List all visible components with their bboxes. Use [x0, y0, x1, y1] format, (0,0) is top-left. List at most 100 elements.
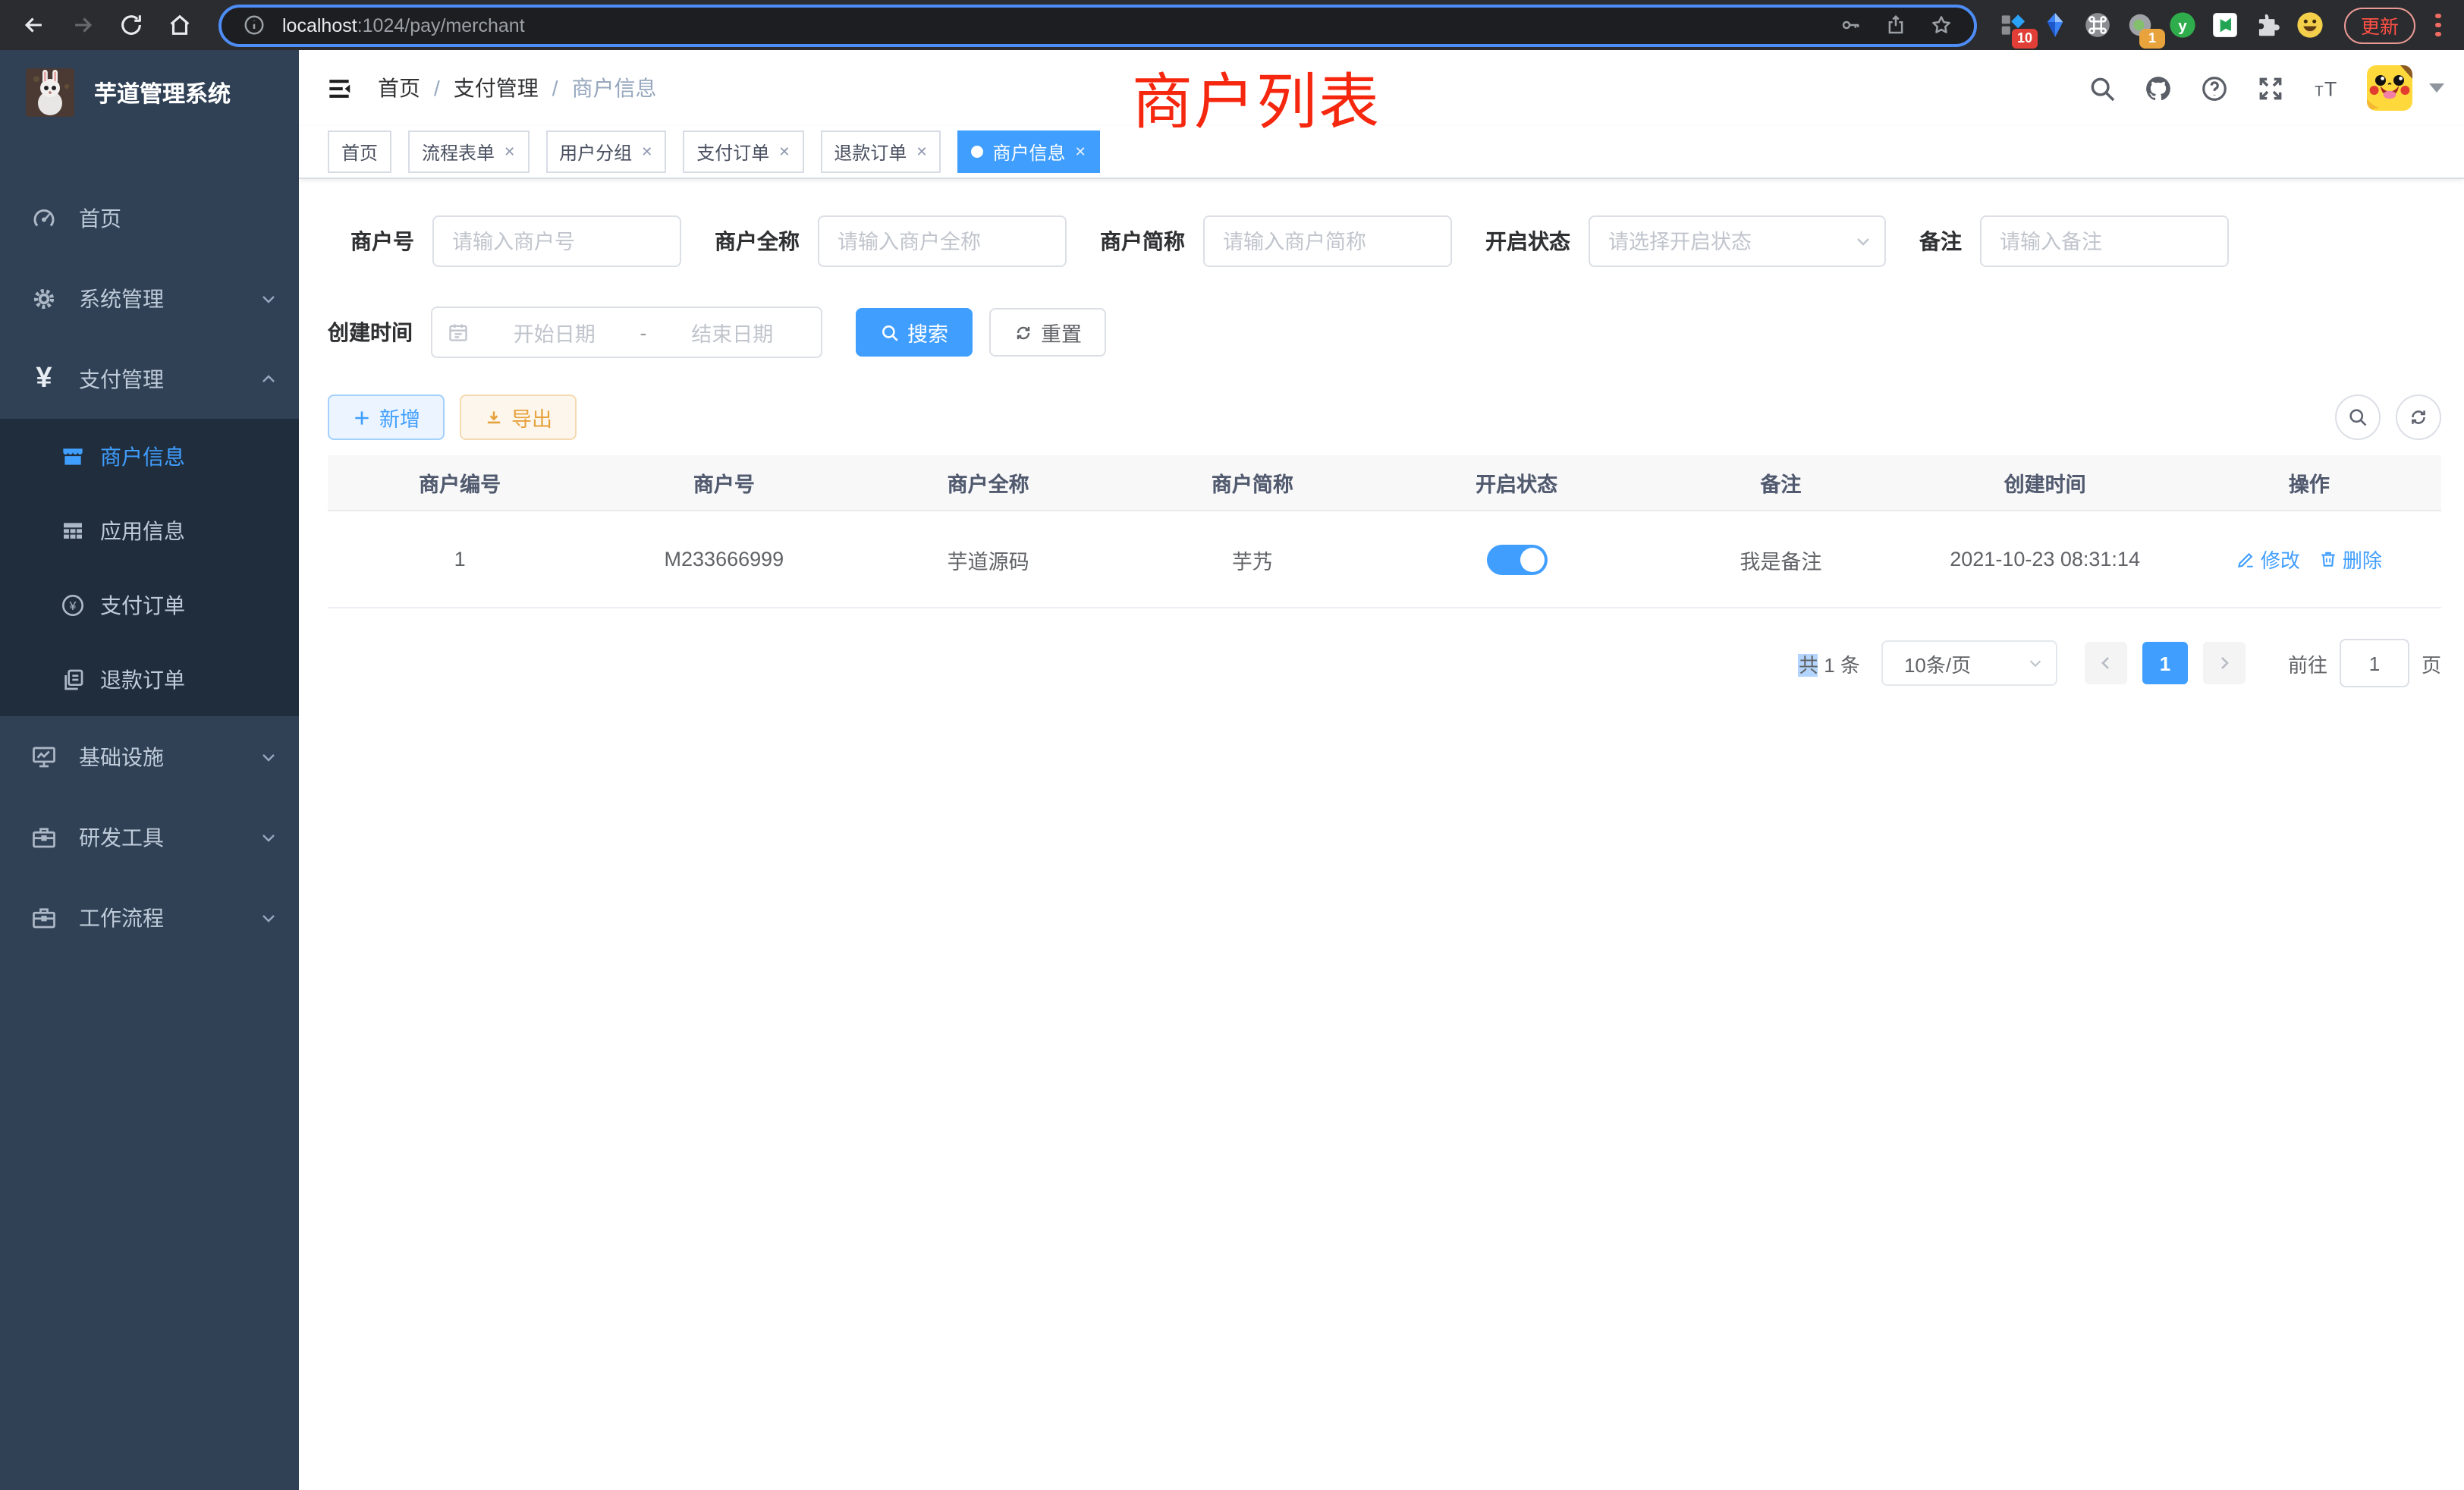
- help-icon[interactable]: [2198, 73, 2229, 103]
- sidebar-item-refund-order[interactable]: 退款订单: [0, 642, 299, 716]
- search-icon[interactable]: [2086, 73, 2117, 103]
- site-info-icon[interactable]: [237, 8, 270, 42]
- sidebar-item-infra[interactable]: 基础设施: [0, 716, 299, 797]
- tab-process-form[interactable]: 流程表单: [408, 130, 529, 173]
- edit-link[interactable]: 修改: [2236, 545, 2300, 574]
- sidebar-item-app-info[interactable]: 应用信息: [0, 493, 299, 567]
- next-page-button[interactable]: [2203, 642, 2246, 684]
- sidebar-logo[interactable]: 芋道管理系统: [0, 50, 299, 135]
- extension-y-icon[interactable]: y: [2165, 7, 2202, 43]
- cell-status: [1384, 511, 1648, 608]
- chevron-up-icon: [259, 369, 278, 388]
- close-icon[interactable]: [1075, 143, 1086, 160]
- bookmark-star-icon[interactable]: [1925, 8, 1959, 42]
- page-number-1[interactable]: 1: [2142, 642, 2188, 684]
- extension-doc-icon[interactable]: [2208, 7, 2244, 43]
- tab-label: 流程表单: [422, 139, 495, 165]
- toggle-search-button[interactable]: [2335, 395, 2381, 440]
- refund-doc-icon: [61, 667, 85, 691]
- tab-home[interactable]: 首页: [328, 130, 391, 173]
- extension-session-icon[interactable]: 1: [2123, 7, 2159, 43]
- sidebar-item-label: 支付订单: [100, 589, 278, 620]
- sidebar-item-workflow[interactable]: 工作流程: [0, 877, 299, 957]
- sidebar-fold-icon[interactable]: [323, 73, 354, 103]
- add-button[interactable]: 新增: [328, 395, 445, 440]
- toolbox-icon: [30, 904, 58, 931]
- tab-refund-order[interactable]: 退款订单: [820, 130, 941, 173]
- url-bar[interactable]: localhost:1024/pay/merchant: [218, 4, 1977, 46]
- close-icon[interactable]: [778, 143, 790, 160]
- merchant-short-name-input[interactable]: [1203, 215, 1452, 267]
- prev-page-button[interactable]: [2085, 642, 2127, 684]
- url-text[interactable]: localhost:1024/pay/merchant: [282, 14, 525, 36]
- field-label: 商户全称: [715, 226, 800, 256]
- close-icon[interactable]: [504, 143, 515, 160]
- total-suffix: 条: [1840, 653, 1860, 676]
- grid-table-icon: [61, 518, 85, 542]
- sidebar-item-home[interactable]: 首页: [0, 178, 299, 258]
- user-avatar[interactable]: [2367, 65, 2412, 111]
- extensions-puzzle-icon[interactable]: [2250, 7, 2286, 43]
- close-icon[interactable]: [916, 143, 927, 160]
- remark-input[interactable]: [1980, 215, 2229, 267]
- browser-toolbar: localhost:1024/pay/merchant 10 1: [0, 0, 2464, 50]
- extension-command-icon[interactable]: [2080, 7, 2117, 43]
- status-toggle[interactable]: [1486, 544, 1547, 574]
- sidebar-item-pay-order[interactable]: ¥ 支付订单: [0, 567, 299, 642]
- sidebar-item-pay[interactable]: ¥ 支付管理: [0, 338, 299, 419]
- fullscreen-icon[interactable]: [2255, 73, 2285, 103]
- merchant-full-name-input[interactable]: [818, 215, 1067, 267]
- breadcrumb-item[interactable]: 首页: [378, 73, 420, 103]
- yen-icon: ¥: [30, 365, 58, 392]
- extension-grid-icon[interactable]: 10: [1995, 7, 2032, 43]
- date-range-picker[interactable]: 开始日期 - 结束日期: [431, 306, 822, 358]
- search-button[interactable]: 搜索: [856, 308, 973, 357]
- end-date-placeholder: 结束日期: [659, 317, 806, 347]
- total-count: 1: [1818, 653, 1840, 676]
- breadcrumb-item[interactable]: 支付管理: [454, 73, 539, 103]
- url-path: :1024/pay/merchant: [357, 14, 525, 36]
- tab-label: 首页: [341, 139, 378, 165]
- annotation-title: 商户列表: [1132, 53, 1381, 141]
- sidebar-item-dev-tools[interactable]: 研发工具: [0, 797, 299, 877]
- share-icon[interactable]: [1880, 8, 1913, 42]
- reset-button[interactable]: 重置: [989, 308, 1106, 357]
- url-host: localhost: [282, 14, 357, 36]
- home-icon[interactable]: [158, 4, 200, 46]
- tab-pay-order[interactable]: 支付订单: [683, 130, 803, 173]
- merchant-no-input[interactable]: [432, 215, 681, 267]
- sidebar-item-system[interactable]: 系统管理: [0, 258, 299, 338]
- update-label: 更新: [2361, 11, 2399, 39]
- chrome-update-button[interactable]: 更新: [2344, 7, 2415, 43]
- sidebar-menu: 首页 系统管理 ¥ 支付管理: [0, 178, 299, 957]
- export-button[interactable]: 导出: [460, 395, 577, 440]
- chevron-down-icon: [2027, 655, 2044, 671]
- page-size-select[interactable]: 10条/页: [1881, 640, 2057, 686]
- refresh-button[interactable]: [2396, 395, 2441, 440]
- password-key-icon[interactable]: [1834, 8, 1868, 42]
- avatar-caret-icon[interactable]: [2429, 83, 2444, 93]
- tab-merchant-info[interactable]: 商户信息: [958, 130, 1100, 173]
- profile-emoji-icon[interactable]: [2293, 7, 2329, 43]
- delete-link[interactable]: 删除: [2318, 545, 2382, 574]
- forward-icon[interactable]: [61, 4, 103, 46]
- cell-full-name: 芋道源码: [856, 511, 1120, 608]
- search-button-label: 搜索: [907, 317, 948, 347]
- goto-page-input[interactable]: [2340, 639, 2409, 687]
- sidebar-item-label: 系统管理: [79, 283, 259, 313]
- svg-text:¥: ¥: [69, 599, 77, 612]
- status-select[interactable]: [1589, 215, 1886, 267]
- back-icon[interactable]: [12, 4, 55, 46]
- sidebar-item-merchant-info[interactable]: 商户信息: [0, 419, 299, 493]
- font-size-icon[interactable]: TT: [2311, 73, 2341, 103]
- svg-text:y: y: [2179, 17, 2188, 35]
- chevron-down-icon: [259, 908, 278, 926]
- browser-menu-icon[interactable]: [2428, 14, 2449, 37]
- col-header: 商户全称: [856, 455, 1120, 511]
- reload-icon[interactable]: [109, 4, 152, 46]
- tab-user-group[interactable]: 用户分组: [545, 130, 666, 173]
- github-icon[interactable]: [2142, 73, 2173, 103]
- extension-gem-icon[interactable]: [2038, 7, 2074, 43]
- screen: localhost:1024/pay/merchant 10 1: [0, 0, 2464, 1490]
- close-icon[interactable]: [641, 143, 652, 160]
